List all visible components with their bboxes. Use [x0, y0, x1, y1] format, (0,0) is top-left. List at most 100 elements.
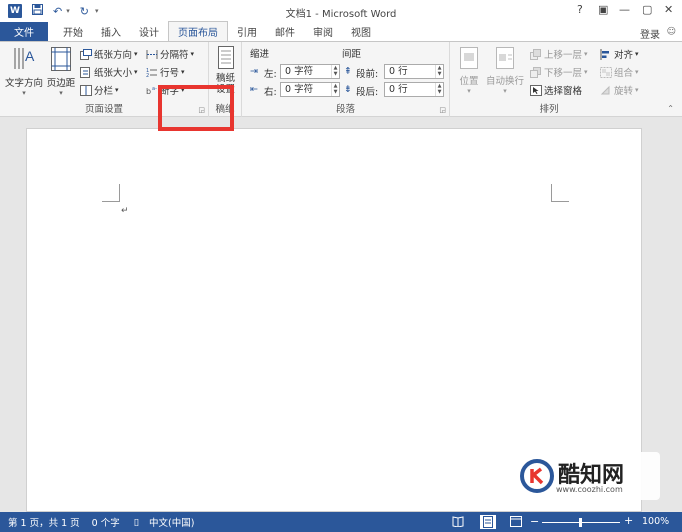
zoom-out-icon[interactable]: −: [530, 515, 539, 528]
ribbon-tabs: 文件 开始 插入 设计 页面布局 引用 邮件 审阅 视图 登录 ☺: [0, 21, 682, 41]
send-backward-button[interactable]: 下移一层 ▾: [530, 65, 588, 79]
tab-design[interactable]: 设计: [130, 22, 168, 41]
chevron-down-icon: ▾: [115, 86, 119, 94]
selection-pane-label: 选择窗格: [544, 86, 583, 97]
group-objects-label: 组合: [614, 68, 634, 79]
orientation-icon: [80, 48, 92, 60]
collapse-ribbon-icon[interactable]: ⌃: [667, 104, 674, 113]
svg-text:A: A: [25, 48, 35, 64]
text-direction-button[interactable]: A 文字方向 ▾: [4, 45, 44, 97]
tab-home[interactable]: 开始: [54, 22, 92, 41]
spacing-before-label: 段前:: [356, 69, 379, 80]
indent-label: 缩进: [250, 49, 270, 60]
rotate-button[interactable]: 旋转 ▾: [600, 83, 639, 97]
paragraph-mark: ↵: [121, 206, 129, 216]
tab-review[interactable]: 审阅: [304, 22, 342, 41]
paper-size-icon: [80, 66, 90, 78]
customize-qat-icon[interactable]: ▾: [95, 7, 99, 15]
group-label-paragraph: 段落: [335, 104, 355, 115]
indent-left-icon: ⇥: [250, 66, 258, 77]
tab-page-layout[interactable]: 页面布局: [168, 21, 228, 41]
orientation-button[interactable]: 纸张方向 ▾: [80, 47, 138, 61]
zoom-in-icon[interactable]: +: [624, 514, 633, 527]
read-mode-icon[interactable]: [452, 516, 464, 530]
group-objects-icon: [600, 66, 612, 78]
zoom-level[interactable]: 100%: [642, 516, 669, 527]
chevron-down-icon: ▾: [22, 89, 26, 97]
align-button[interactable]: 对齐 ▾: [600, 47, 639, 61]
hyphenation-icon: b a-: [146, 86, 157, 96]
spacing-after-input[interactable]: 0 行 ▲ ▼: [384, 82, 444, 97]
web-layout-icon[interactable]: [510, 516, 522, 530]
bring-forward-button[interactable]: 上移一层 ▾: [530, 47, 588, 61]
zoom-slider[interactable]: [542, 518, 620, 527]
align-icon: [600, 48, 609, 60]
spinner-arrows-icon[interactable]: ▲ ▼: [435, 83, 443, 96]
minimize-icon[interactable]: —: [619, 3, 630, 16]
group-label-arrange: 排列: [539, 104, 559, 115]
chevron-down-icon: ▾: [59, 89, 63, 97]
group-paragraph: 缩进 间距 ⇥ 左: 0 字符 ▲ ▼ ⇤ 右: 0 字符 ▲ ▼ ⇞ 段前: 0 …: [242, 42, 450, 117]
highlight-box: [158, 85, 234, 131]
status-bar: 第 1 页，共 1 页 0 个字 ▯ 中文(中国) − + 100%: [0, 512, 682, 532]
tab-mailings[interactable]: 邮件: [266, 22, 304, 41]
chevron-down-icon: ▾: [134, 68, 138, 76]
line-numbers-button[interactable]: 12 行号 ▾: [146, 65, 185, 80]
spinner-arrows-icon[interactable]: ▲ ▼: [331, 65, 339, 78]
indent-left-input[interactable]: 0 字符 ▲ ▼: [280, 64, 340, 79]
login-link[interactable]: 登录: [640, 26, 660, 41]
ribbon-display-options-icon[interactable]: ▣: [598, 3, 608, 16]
proofing-icon[interactable]: ▯: [134, 517, 139, 528]
language-indicator[interactable]: 中文(中国): [149, 515, 194, 529]
feedback-icon[interactable]: ☺: [667, 27, 676, 37]
chevron-down-icon: ▾: [584, 50, 588, 58]
page-count[interactable]: 第 1 页，共 1 页: [8, 515, 80, 529]
tab-view[interactable]: 视图: [342, 22, 380, 41]
word-count[interactable]: 0 个字: [92, 515, 120, 529]
wrap-text-icon: [496, 47, 514, 69]
spacing-after-icon: ⇟: [344, 84, 352, 95]
line-numbers-label: 行号: [160, 68, 180, 79]
size-button[interactable]: 纸张大小 ▾: [80, 65, 138, 79]
position-button[interactable]: 位置 ▾: [456, 45, 482, 95]
maximize-icon[interactable]: ▢: [642, 3, 652, 16]
indent-left-value: 0 字符: [285, 66, 314, 77]
redo-icon[interactable]: ↻: [80, 5, 89, 18]
save-icon[interactable]: [32, 4, 43, 18]
margin-corner-top-left: [102, 184, 120, 202]
margins-label: 页边距: [46, 78, 76, 89]
draft-paper-icon: [217, 46, 234, 69]
margins-button[interactable]: 页边距 ▾: [46, 45, 76, 97]
columns-button[interactable]: 分栏 ▾: [80, 83, 119, 97]
tab-references[interactable]: 引用: [228, 22, 266, 41]
wrap-text-label: 自动换行: [486, 76, 525, 87]
margin-corner-top-right: [551, 184, 569, 202]
spacing-before-input[interactable]: 0 行 ▲ ▼: [384, 64, 444, 79]
spacing-before-value: 0 行: [389, 66, 408, 77]
close-icon[interactable]: ✕: [664, 3, 673, 16]
tab-file[interactable]: 文件: [0, 22, 48, 41]
bring-forward-icon: [530, 48, 541, 60]
spinner-arrows-icon[interactable]: ▲ ▼: [435, 65, 443, 78]
help-icon[interactable]: ?: [577, 3, 583, 16]
undo-icon[interactable]: ↶: [53, 5, 62, 18]
chevron-down-icon[interactable]: ▾: [66, 7, 70, 15]
tab-insert[interactable]: 插入: [92, 22, 130, 41]
position-label: 位置: [459, 76, 479, 87]
wrap-text-button[interactable]: 自动换行 ▾: [486, 45, 524, 95]
spacing-after-value: 0 行: [389, 84, 408, 95]
indent-right-label: 右:: [264, 87, 277, 98]
text-direction-label: 文字方向: [4, 78, 43, 89]
selection-pane-button[interactable]: 选择窗格: [530, 83, 582, 97]
paragraph-dialog-launcher-icon[interactable]: ◲: [439, 106, 446, 114]
breaks-button[interactable]: 分隔符 ▾: [146, 47, 194, 61]
text-direction-icon: A: [14, 48, 35, 69]
indent-right-input[interactable]: 0 字符 ▲ ▼: [280, 82, 340, 97]
indent-left-label: 左:: [264, 69, 277, 80]
spinner-arrows-icon[interactable]: ▲ ▼: [331, 83, 339, 96]
orientation-label: 纸张方向: [94, 50, 133, 61]
group-objects-button[interactable]: 组合 ▾: [600, 65, 639, 79]
chevron-down-icon: ▾: [503, 87, 507, 95]
zoom-slider-thumb[interactable]: [579, 518, 582, 527]
print-layout-icon[interactable]: [480, 515, 496, 529]
